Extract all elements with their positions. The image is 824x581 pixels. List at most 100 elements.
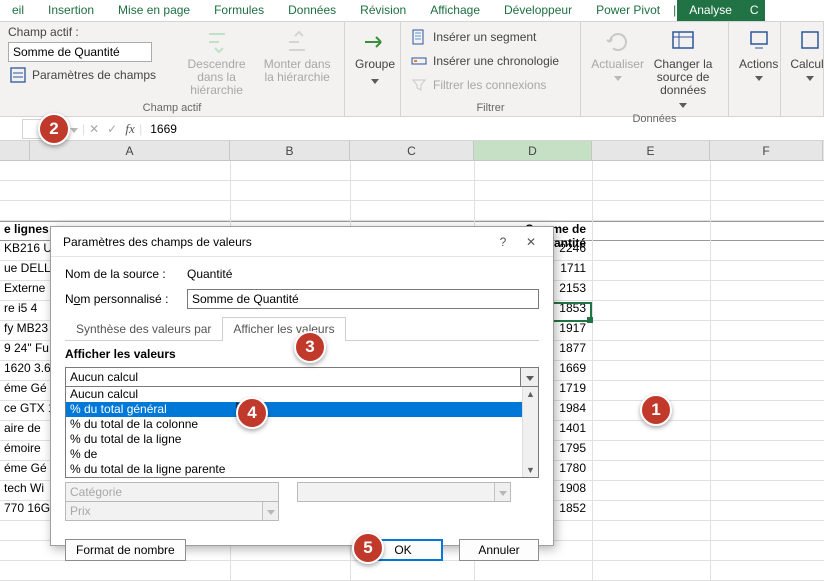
change-source-icon — [667, 26, 699, 58]
arrow-right-icon — [359, 26, 391, 58]
tab-insertion[interactable]: Insertion — [36, 0, 106, 21]
tab-mise-en-page[interactable]: Mise en page — [106, 0, 202, 21]
base-field-combo: Catégorie — [65, 482, 279, 502]
drilldown-icon — [201, 26, 233, 58]
section-afficher-label: Afficher les valeurs — [65, 347, 539, 361]
group-filtrer-label: Filtrer — [409, 102, 572, 114]
scroll-up-icon[interactable]: ▲ — [523, 387, 538, 401]
chevron-down-icon[interactable] — [70, 122, 78, 136]
dialog-tab-afficher[interactable]: Afficher les valeurs — [222, 317, 345, 341]
afficher-dropdown[interactable]: ▲ ▼ Aucun calcul% du total général% du t… — [65, 387, 539, 478]
actualiser-label: Actualiser — [591, 58, 644, 71]
col-header-b[interactable]: B — [230, 141, 350, 160]
cancel-button[interactable]: Annuler — [459, 539, 539, 561]
scroll-down-icon[interactable]: ▼ — [523, 463, 538, 477]
champ-actif-input[interactable] — [8, 42, 152, 62]
ribbon-tabs: eil Insertion Mise en page Formules Donn… — [0, 0, 824, 22]
dialog-tab-synthese[interactable]: Synthèse des valeurs par — [65, 317, 222, 340]
base-field-value: Catégorie — [66, 485, 278, 499]
help-icon[interactable]: ? — [489, 235, 517, 249]
descendre-label: Descendre dans la hiérarchie — [177, 58, 257, 98]
dropdown-scrollbar[interactable]: ▲ ▼ — [522, 387, 538, 477]
inserer-segment-button[interactable]: Insérer un segment — [409, 26, 536, 48]
tab-analyse[interactable]: Analyse — [677, 0, 744, 21]
accept-formula-icon: ✓ — [103, 122, 121, 136]
col-header-c[interactable]: C — [350, 141, 474, 160]
dialog-title: Paramètres des champs de valeurs — [59, 235, 489, 249]
combo-chevron-icon[interactable] — [520, 368, 538, 386]
tab-affichage[interactable]: Affichage — [418, 0, 492, 21]
calculs-label: Calculs — [790, 58, 824, 71]
dropdown-option[interactable]: % du total de la colonne — [66, 417, 538, 432]
filtrer-conn-label: Filtrer les connexions — [433, 78, 546, 92]
col-header-f[interactable]: F — [710, 141, 823, 160]
dropdown-option[interactable]: Aucun calcul — [66, 387, 538, 402]
col-header-e[interactable]: E — [592, 141, 710, 160]
inserer-chrono-button[interactable]: Insérer une chronologie — [409, 50, 559, 72]
afficher-combo[interactable]: Aucun calcul — [65, 367, 539, 387]
name-box[interactable] — [22, 119, 64, 139]
filtrer-conn-button: Filtrer les connexions — [409, 74, 546, 96]
nom-source-value: Quantité — [187, 267, 232, 281]
refresh-icon — [602, 26, 634, 58]
base-field-value-2: Prix — [66, 504, 262, 518]
dropdown-option[interactable]: % du total de la ligne parente — [66, 462, 538, 477]
param-champs-label: Paramètres de champs — [32, 68, 156, 82]
close-icon[interactable]: ✕ — [517, 235, 545, 249]
monter-label: Monter dans la hiérarchie — [260, 58, 334, 84]
value-field-settings-dialog: Paramètres des champs de valeurs ? ✕ Nom… — [50, 226, 554, 546]
actualiser-button: Actualiser — [589, 24, 646, 86]
fx-icon[interactable]: fx — [121, 121, 139, 137]
chevron-down-icon — [614, 71, 622, 84]
select-all-corner[interactable] — [0, 141, 30, 160]
formula-value[interactable]: 1669 — [142, 122, 185, 136]
chevron-down-icon — [494, 483, 510, 501]
calculs-button[interactable]: Calculs — [789, 24, 824, 86]
descendre-button: Descendre dans la hiérarchie — [175, 24, 259, 100]
cancel-formula-icon: ✕ — [85, 122, 103, 136]
col-header-d[interactable]: D — [474, 141, 592, 160]
afficher-combo-value: Aucun calcul — [66, 370, 520, 384]
inserer-segment-label: Insérer un segment — [433, 30, 536, 44]
actions-label: Actions — [739, 58, 778, 71]
base-field-combo-2: Prix — [65, 501, 279, 521]
filter-conn-icon — [409, 75, 429, 95]
nom-perso-label: Nom personnalisé : — [65, 292, 177, 306]
dropdown-option[interactable]: % du total général — [66, 402, 538, 417]
ok-button[interactable]: OK — [363, 539, 443, 561]
param-champs-button[interactable]: Paramètres de champs — [8, 64, 156, 86]
tab-developpeur[interactable]: Développeur — [492, 0, 584, 21]
ribbon: Champ actif : Paramètres de champs Desce… — [0, 22, 824, 117]
groupe-button[interactable]: Groupe — [353, 24, 397, 89]
tab-accueil[interactable]: eil — [0, 0, 36, 21]
chevron-down-icon — [371, 74, 379, 87]
col-header-a[interactable]: A — [30, 141, 230, 160]
tab-donnees[interactable]: Données — [276, 0, 348, 21]
group-champ-label: Champ actif — [8, 102, 336, 114]
tab-revision[interactable]: Révision — [348, 0, 418, 21]
changer-source-label: Changer la source de données — [648, 58, 718, 98]
chevron-down-icon — [755, 71, 763, 84]
format-nombre-button[interactable]: Format de nombre — [65, 539, 186, 561]
actions-button[interactable]: Actions — [737, 24, 780, 86]
groupe-label: Groupe — [355, 58, 395, 71]
nom-source-label: Nom de la source : — [65, 267, 177, 281]
calculs-icon — [794, 26, 824, 58]
timeline-icon — [409, 51, 429, 71]
group-donnees-label: Données — [589, 113, 720, 125]
dropdown-option[interactable]: % de — [66, 447, 538, 462]
dialog-tabs: Synthèse des valeurs par Afficher les va… — [65, 317, 539, 341]
tab-power-pivot[interactable]: Power Pivot — [584, 0, 672, 21]
tab-creation[interactable]: C — [744, 0, 765, 21]
dropdown-option[interactable]: % du total de la ligne — [66, 432, 538, 447]
drillup-icon — [281, 26, 313, 58]
chevron-down-icon — [806, 71, 814, 84]
settings-icon — [8, 65, 28, 85]
monter-button: Monter dans la hiérarchie — [258, 24, 336, 86]
nom-perso-input[interactable] — [187, 289, 539, 309]
changer-source-button[interactable]: Changer la source de données — [646, 24, 720, 113]
base-item-combo — [297, 482, 511, 502]
actions-icon — [743, 26, 775, 58]
inserer-chrono-label: Insérer une chronologie — [433, 54, 559, 68]
tab-formules[interactable]: Formules — [202, 0, 276, 21]
